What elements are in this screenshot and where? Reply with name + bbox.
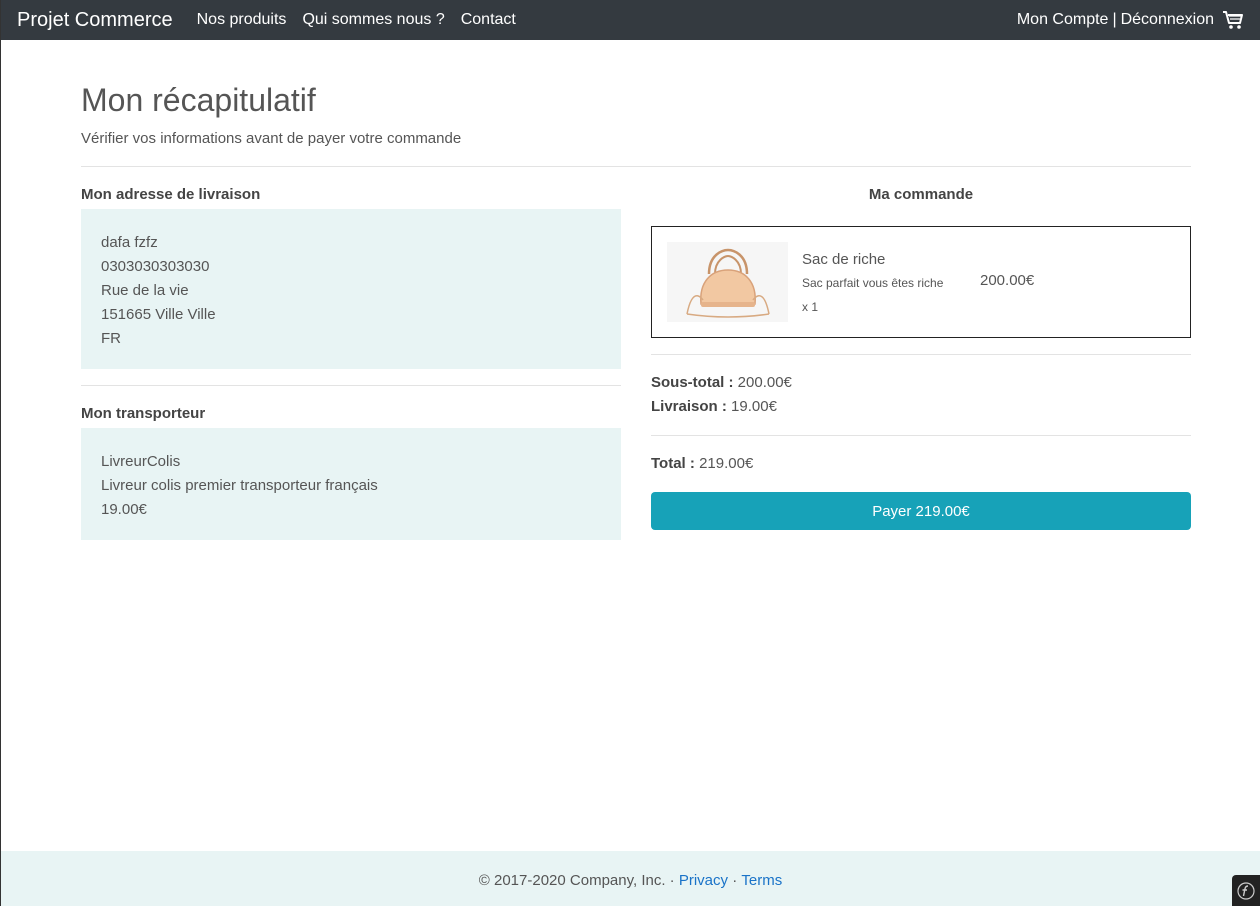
nav-link-contact[interactable]: Contact (461, 11, 516, 29)
logout-link[interactable]: Déconnexion (1121, 11, 1214, 29)
subtotal-value: 200.00€ (737, 374, 792, 391)
divider (81, 166, 1191, 167)
brand-link[interactable]: Projet Commerce (17, 9, 173, 32)
shipping-value: 19.00€ (731, 398, 777, 415)
page-subtitle: Vérifier vos informations avant de payer… (81, 130, 462, 147)
subtotal-row: Sous-total : 200.00€ (651, 371, 1191, 395)
order-total: Total : 219.00€ (651, 452, 1191, 476)
cart-icon[interactable] (1222, 10, 1244, 30)
address-line: Rue de la vie (101, 282, 189, 299)
carrier-heading: Mon transporteur (81, 405, 206, 422)
total-row: Total : 219.00€ (651, 452, 1191, 476)
nav-separator: | (1112, 11, 1117, 28)
product-info: Sac de riche Sac parfait vous êtes riche… (802, 251, 980, 314)
page-footer: © 2017-2020 Company, Inc. · Privacy · Te… (1, 851, 1260, 906)
carrier-description: Livreur colis premier transporteur franç… (101, 477, 378, 494)
address-line: 0303030303030 (101, 258, 210, 275)
pay-area: Payer 219.00€ (651, 492, 1191, 530)
nav-link-about[interactable]: Qui sommes nous ? (302, 11, 444, 29)
product-quantity: x 1 (802, 299, 819, 314)
footer-dot: · (732, 872, 738, 889)
footer-copyright: © 2017-2020 Company, Inc. · (478, 872, 675, 889)
carrier-box: LivreurColis Livreur colis premier trans… (81, 428, 621, 540)
address-line: 151665 Ville Ville (101, 306, 216, 323)
product-name: Sac de riche (802, 250, 886, 268)
delivery-address-section: Mon adresse de livraison (81, 186, 621, 203)
shipping-label: Livraison : (651, 398, 727, 415)
divider (81, 385, 621, 386)
symfony-toolbar-icon[interactable] (1232, 875, 1260, 906)
address-heading: Mon adresse de livraison (81, 186, 261, 203)
product-description: Sac parfait vous êtes riche (802, 275, 944, 290)
address-line: dafa fzfz (101, 234, 158, 251)
carrier-price: 19.00€ (101, 501, 147, 518)
top-navbar: Projet Commerce Nos produits Qui sommes … (1, 0, 1260, 40)
divider (651, 435, 1191, 436)
carrier-name: LivreurColis (101, 453, 181, 470)
order-heading: Ma commande (868, 186, 974, 203)
nav-link-products[interactable]: Nos produits (197, 11, 287, 29)
address-box: dafa fzfz 0303030303030 Rue de la vie 15… (81, 209, 621, 369)
page-title: Mon récapitulatif (81, 82, 316, 118)
carrier-section: Mon transporteur (81, 405, 621, 422)
subtotal-label: Sous-total : (651, 374, 734, 391)
account-link[interactable]: Mon Compte (1017, 11, 1109, 29)
pay-button[interactable]: Payer 219.00€ (651, 492, 1191, 530)
order-section: Ma commande (651, 186, 1191, 203)
product-price: 200.00€ (980, 271, 1035, 289)
order-totals: Sous-total : 200.00€ Livraison : 19.00€ (651, 371, 1191, 419)
privacy-link[interactable]: Privacy (679, 872, 728, 889)
terms-link[interactable]: Terms (741, 872, 782, 889)
shipping-row: Livraison : 19.00€ (651, 395, 1191, 419)
handbag-image (667, 242, 788, 322)
address-line: FR (101, 330, 121, 347)
divider (651, 354, 1191, 355)
nav-account-area: Mon Compte | Déconnexion (1017, 10, 1244, 30)
total-value: 219.00€ (699, 455, 754, 472)
order-item-card: Sac de riche Sac parfait vous êtes riche… (651, 226, 1191, 338)
total-label: Total : (651, 455, 695, 472)
